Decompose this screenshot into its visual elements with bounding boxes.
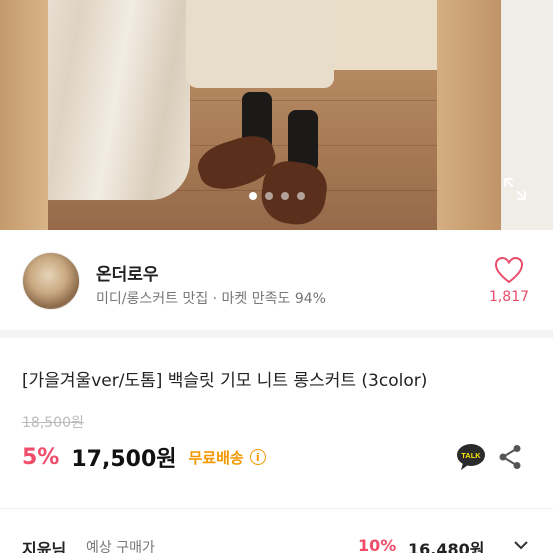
original-price: 18,500원 <box>22 415 84 431</box>
seller-avatar[interactable] <box>22 252 80 310</box>
seller-name[interactable]: 온더로우 <box>96 260 159 285</box>
expected-price-label: 예상 구매가 <box>86 540 155 553</box>
share-icon[interactable] <box>498 444 522 470</box>
carousel-indicator <box>0 192 553 202</box>
member-name: 지윤님 <box>22 540 67 553</box>
carousel-dot[interactable] <box>264 192 273 200</box>
expected-discount-rate: 10% <box>358 536 397 553</box>
kakao-talk-icon[interactable]: TALK <box>456 443 486 471</box>
seller-info[interactable]: 온더로우 미디/롱스커트 맛집 · 마켓 만족도 94% 1,817 <box>0 230 553 330</box>
expected-price-row[interactable]: 지윤님 예상 구매가 10% 16,480원 <box>0 536 553 553</box>
product-title: [가을겨울ver/도톰] 백슬릿 기모 니트 롱스커트 (3color) <box>22 371 428 391</box>
carousel-dot[interactable] <box>280 192 289 200</box>
product-page: 온더로우 미디/롱스커트 맛집 · 마켓 만족도 94% 1,817 [가을겨울… <box>0 0 553 553</box>
carousel-dot[interactable] <box>296 192 305 200</box>
photo-skirt <box>186 0 334 88</box>
product-image-carousel[interactable] <box>0 0 553 230</box>
sale-price: 17,500원 <box>71 447 177 472</box>
expand-icon[interactable] <box>502 176 528 202</box>
seller-subtitle: 미디/롱스커트 맛집 · 마켓 만족도 94% <box>96 291 326 307</box>
carousel-dot[interactable] <box>248 192 257 200</box>
chevron-down-icon[interactable] <box>512 538 530 552</box>
discount-rate: 5% <box>22 444 60 470</box>
info-icon[interactable]: i <box>249 449 266 465</box>
section-divider <box>0 508 553 509</box>
section-divider <box>0 330 553 338</box>
heart-icon[interactable] <box>494 256 524 284</box>
free-shipping-label: 무료배송 <box>188 448 244 467</box>
expected-price: 16,480원 <box>408 540 485 553</box>
like-count: 1,817 <box>488 289 530 305</box>
price-row: 5% 17,500원 무료배송 i <box>22 442 266 472</box>
talk-label: TALK <box>461 451 481 460</box>
